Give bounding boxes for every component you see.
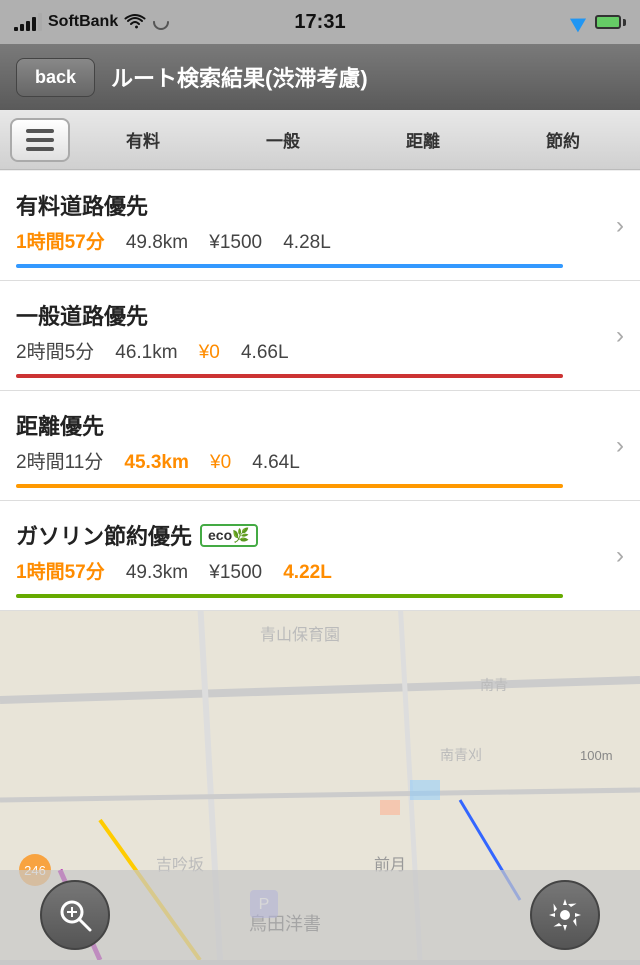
route-title-normal: 一般道路優先	[16, 299, 624, 331]
tab-normal[interactable]: 一般	[216, 118, 350, 162]
status-time: 17:31	[294, 11, 345, 34]
svg-text:100m: 100m	[580, 748, 613, 763]
route-details-eco: 1時間57分 49.3km ¥1500 4.22L	[16, 557, 624, 584]
svg-text:南青刈: 南青刈	[440, 747, 482, 763]
chevron-icon: ›	[616, 542, 624, 570]
search-button[interactable]	[40, 880, 110, 950]
nav-bar: back ルート検索結果(渋滞考慮)	[0, 44, 640, 110]
route-title-distance: 距離優先	[16, 409, 624, 441]
wrench-icon	[547, 897, 583, 933]
route-details-toll: 1時間57分 49.8km ¥1500 4.28L	[16, 227, 624, 254]
wifi-icon	[124, 13, 146, 31]
status-bar: SoftBank 17:31	[0, 0, 640, 44]
location-icon	[570, 12, 590, 33]
route-title-toll: 有料道路優先	[16, 189, 624, 221]
route-bar-normal	[16, 374, 563, 378]
carrier-label: SoftBank	[48, 13, 118, 31]
svg-text:青山保育園: 青山保育園	[260, 626, 340, 644]
route-item-eco[interactable]: ガソリン節約優先 eco🌿 1時間57分 49.3km ¥1500 4.22L …	[0, 501, 640, 611]
svg-text:南青: 南青	[480, 677, 508, 693]
eco-badge: eco🌿	[200, 524, 258, 547]
back-button[interactable]: back	[16, 58, 95, 97]
route-details-normal: 2時間5分 46.1km ¥0 4.66L	[16, 337, 624, 364]
tab-list[interactable]	[10, 118, 70, 162]
settings-button[interactable]	[530, 880, 600, 950]
route-bar-toll	[16, 264, 563, 268]
route-item-toll[interactable]: 有料道路優先 1時間57分 49.8km ¥1500 4.28L ›	[0, 170, 640, 281]
chevron-icon: ›	[616, 432, 624, 460]
route-list: 有料道路優先 1時間57分 49.8km ¥1500 4.28L › 一般道路優…	[0, 170, 640, 611]
status-right	[573, 14, 626, 30]
route-bar-distance	[16, 484, 563, 488]
chevron-icon: ›	[616, 322, 624, 350]
tab-distance[interactable]: 距離	[356, 118, 490, 162]
route-item-normal[interactable]: 一般道路優先 2時間5分 46.1km ¥0 4.66L ›	[0, 281, 640, 391]
search-icon	[57, 897, 93, 933]
route-bar-eco	[16, 594, 563, 598]
battery-icon	[595, 15, 626, 29]
chevron-icon: ›	[616, 212, 624, 240]
route-item-distance[interactable]: 距離優先 2時間11分 45.3km ¥0 4.64L ›	[0, 391, 640, 501]
signal-icon	[14, 13, 42, 31]
route-details-distance: 2時間11分 45.3km ¥0 4.64L	[16, 447, 624, 474]
tab-save[interactable]: 節約	[496, 118, 630, 162]
bottom-toolbar	[0, 870, 640, 960]
loading-icon	[152, 13, 170, 31]
carrier-info: SoftBank	[14, 13, 170, 31]
tab-tolled[interactable]: 有料	[76, 118, 210, 162]
list-icon	[26, 129, 54, 151]
route-title-eco: ガソリン節約優先 eco🌿	[16, 519, 624, 551]
page-title: ルート検索結果(渋滞考慮)	[111, 61, 624, 93]
route-toolbar: 有料 一般 距離 節約	[0, 110, 640, 170]
